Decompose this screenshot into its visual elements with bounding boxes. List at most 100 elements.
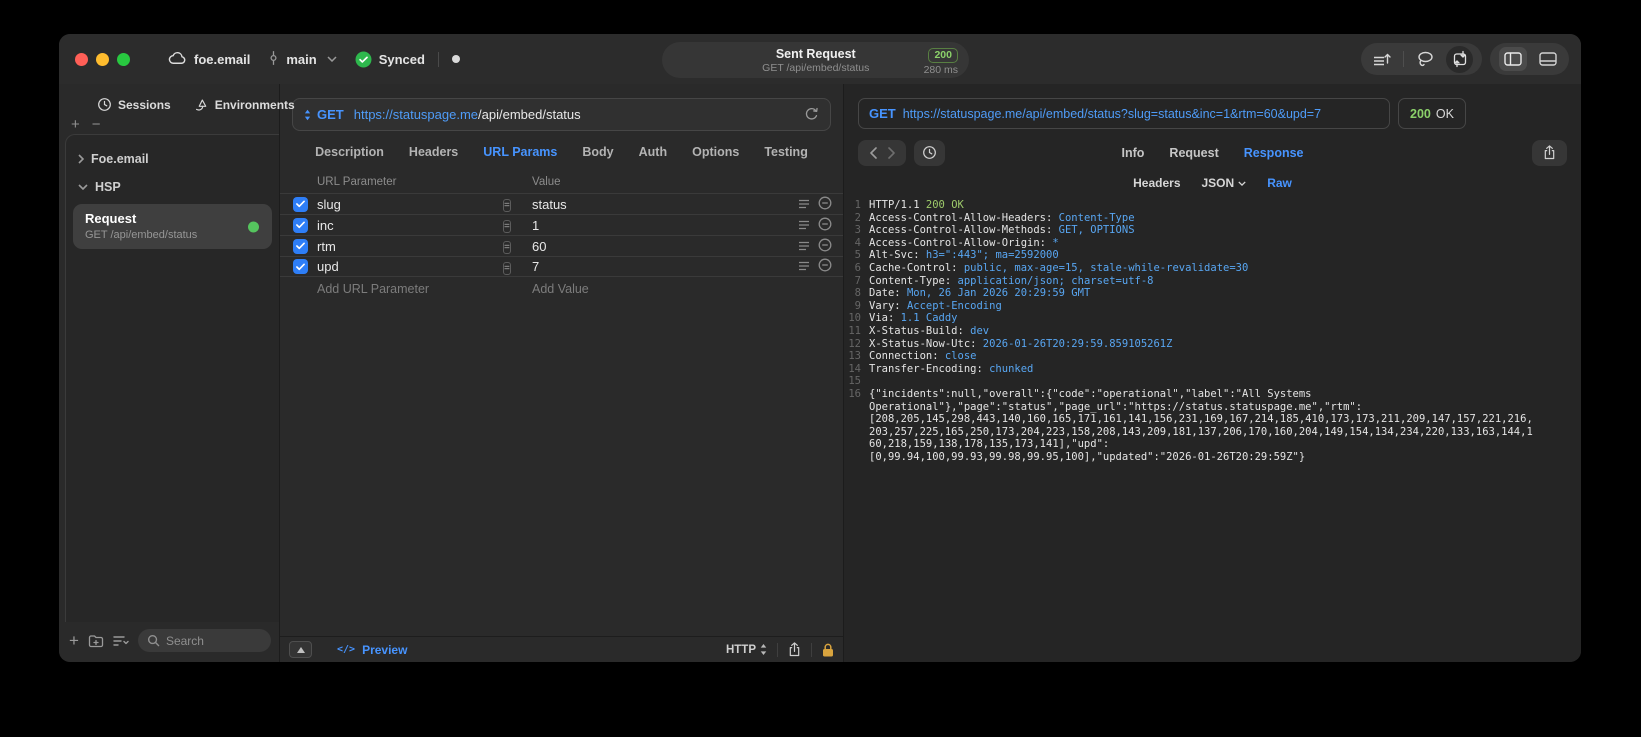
drag-handle-button[interactable] bbox=[798, 197, 810, 212]
share-button[interactable] bbox=[788, 642, 801, 657]
param-row: rtm = 60 bbox=[280, 235, 843, 256]
sidebar-item-request[interactable]: Request GET /api/embed/status bbox=[73, 204, 272, 249]
code-text: Cache-Control: public, max-age=15, stale… bbox=[869, 261, 1249, 274]
code-text: Vary: Accept-Encoding bbox=[869, 299, 1002, 312]
code-line: [0,99.94,100,99.93,99.98,99.95,100],"upd… bbox=[844, 451, 1581, 464]
chevron-down-icon bbox=[1238, 180, 1246, 186]
tab-description[interactable]: Description bbox=[315, 145, 384, 159]
add-session-button[interactable]: + bbox=[71, 117, 80, 132]
tools-group bbox=[1361, 43, 1482, 75]
add-param-name-field[interactable]: Add URL Parameter bbox=[317, 282, 503, 296]
view-tab-headers[interactable]: Headers bbox=[1133, 176, 1180, 190]
drag-handle-button[interactable] bbox=[798, 218, 810, 233]
remove-session-button[interactable]: − bbox=[92, 117, 101, 132]
tab-environments[interactable]: Environments bbox=[193, 97, 295, 112]
code-text: 203,257,225,165,250,173,204,223,158,208,… bbox=[869, 425, 1533, 438]
export-response-button[interactable] bbox=[1532, 139, 1567, 166]
request-status-pill[interactable]: Sent Request GET /api/embed/status 200 2… bbox=[662, 42, 969, 78]
remove-param-button[interactable] bbox=[818, 196, 832, 213]
search-input[interactable]: Search bbox=[137, 629, 271, 652]
code-text: 60,218,159,138,178,135,173,141],"upd": bbox=[869, 438, 1110, 451]
line-number: 10 bbox=[848, 312, 861, 325]
tab-headers[interactable]: Headers bbox=[409, 145, 458, 159]
tab-url-params[interactable]: URL Params bbox=[483, 145, 557, 159]
resend-request-button[interactable] bbox=[804, 107, 819, 122]
param-name-field[interactable]: inc bbox=[317, 218, 503, 233]
tab-info[interactable]: Info bbox=[1122, 146, 1145, 160]
param-checkbox[interactable] bbox=[293, 259, 308, 274]
tree-item-hsp[interactable]: HSP bbox=[66, 173, 279, 201]
collapse-panel-button[interactable] bbox=[289, 641, 312, 658]
method-selector[interactable]: GET bbox=[317, 107, 344, 122]
sort-list-button[interactable] bbox=[113, 635, 129, 647]
sent-request-url[interactable]: GET https://statuspage.me/api/embed/stat… bbox=[858, 98, 1390, 129]
drag-handle-icon bbox=[799, 261, 809, 271]
transfer-panel-button[interactable] bbox=[1446, 45, 1473, 73]
request-url-bar[interactable]: GET https://statuspage.me/api/embed/stat… bbox=[292, 98, 831, 131]
response-status-box: 200 OK bbox=[1398, 98, 1466, 129]
line-number: 12 bbox=[848, 337, 861, 350]
toggle-bottom-panel-button[interactable] bbox=[1536, 47, 1560, 71]
tab-request[interactable]: Request bbox=[1169, 146, 1218, 160]
view-tab-raw[interactable]: Raw bbox=[1267, 176, 1292, 190]
zoom-window-button[interactable] bbox=[117, 52, 130, 66]
editor-footer: </> Preview HTTP bbox=[280, 636, 843, 662]
remove-param-icon bbox=[818, 258, 832, 272]
drag-handle-button[interactable] bbox=[798, 239, 810, 254]
preview-button[interactable]: </> Preview bbox=[337, 643, 407, 657]
code-text: X-Status-Now-Utc: 2026-01-26T20:29:59.85… bbox=[869, 337, 1173, 350]
toggle-sidebar-button[interactable] bbox=[1499, 47, 1527, 71]
method-dropdown-arrows-icon bbox=[304, 109, 311, 121]
branch-selector[interactable]: main bbox=[268, 50, 337, 69]
param-value-field[interactable]: status bbox=[525, 197, 785, 212]
add-param-row: Add URL Parameter Add Value bbox=[280, 277, 843, 301]
line-number bbox=[844, 451, 869, 464]
environments-label: Environments bbox=[214, 97, 295, 112]
param-name-field[interactable]: upd bbox=[317, 259, 503, 274]
tab-options[interactable]: Options bbox=[692, 145, 739, 159]
tab-response[interactable]: Response bbox=[1244, 146, 1304, 160]
code-line: 7 Content-Type: application/json; charset… bbox=[844, 275, 1581, 288]
protocol-selector[interactable]: HTTP bbox=[726, 644, 767, 656]
param-value-field[interactable]: 7 bbox=[525, 259, 785, 274]
minimize-window-button[interactable] bbox=[96, 52, 109, 66]
view-tab-json[interactable]: JSON bbox=[1202, 176, 1247, 190]
param-checkbox[interactable] bbox=[293, 217, 308, 233]
param-name-field[interactable]: rtm bbox=[317, 239, 503, 254]
request-tabs: Description Headers URL Params Body Auth Opti… bbox=[280, 131, 843, 171]
close-window-button[interactable] bbox=[75, 52, 88, 66]
sort-requests-button[interactable] bbox=[1370, 47, 1394, 71]
session-list-actions: + − bbox=[59, 114, 279, 134]
unsaved-indicator-dot bbox=[451, 55, 460, 63]
project-menu[interactable]: foe.email bbox=[168, 51, 250, 68]
tab-auth[interactable]: Auth bbox=[639, 145, 667, 159]
new-folder-button[interactable] bbox=[88, 634, 104, 648]
param-value-field[interactable]: 60 bbox=[525, 239, 785, 254]
add-param-value-field[interactable]: Add Value bbox=[525, 282, 785, 296]
sidebar-tabs: Sessions Environments bbox=[59, 84, 295, 114]
lock-icon-button[interactable] bbox=[822, 643, 834, 657]
param-name-field[interactable]: slug bbox=[317, 197, 503, 212]
line-number: 7 bbox=[854, 274, 861, 287]
line-number: 11 bbox=[848, 324, 861, 337]
add-request-button[interactable]: + bbox=[69, 632, 79, 649]
line-number: 13 bbox=[848, 350, 861, 363]
param-checkbox[interactable] bbox=[293, 238, 308, 254]
response-body[interactable]: 1 HTTP/1.1 200 OK 2 Access-Control-Allow-He… bbox=[844, 199, 1581, 662]
remove-param-button[interactable] bbox=[818, 238, 832, 255]
remove-param-button[interactable] bbox=[818, 217, 832, 234]
check-circle-icon bbox=[355, 51, 372, 68]
params-col-value: Value bbox=[532, 176, 561, 188]
tab-testing[interactable]: Testing bbox=[764, 145, 808, 159]
lasso-icon-button[interactable] bbox=[1413, 47, 1437, 71]
drag-handle-button[interactable] bbox=[798, 259, 810, 274]
tree-item-foe-email[interactable]: Foe.email bbox=[66, 145, 279, 173]
remove-param-button[interactable] bbox=[818, 258, 832, 275]
line-number: 14 bbox=[848, 362, 861, 375]
code-line: Operational"},"page":"status","page_url"… bbox=[844, 401, 1581, 414]
sync-status[interactable]: Synced bbox=[355, 51, 425, 68]
tab-sessions[interactable]: Sessions bbox=[97, 97, 171, 112]
param-checkbox[interactable] bbox=[293, 196, 308, 212]
tab-body[interactable]: Body bbox=[582, 145, 613, 159]
param-value-field[interactable]: 1 bbox=[525, 218, 785, 233]
